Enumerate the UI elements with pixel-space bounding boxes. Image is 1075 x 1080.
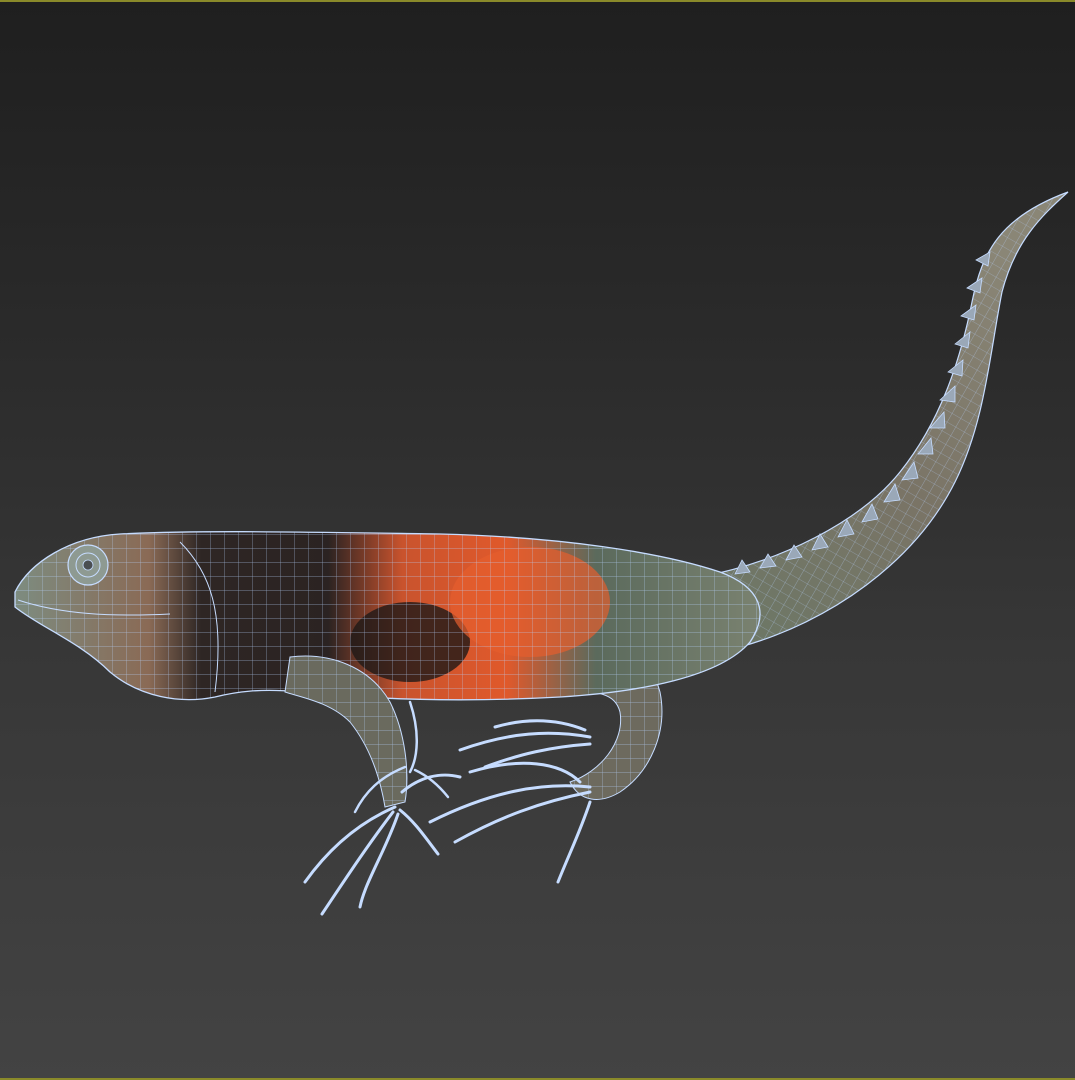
lizard-eye-icon [82,559,94,571]
lizard-far-hind-foot [458,719,592,769]
lizard-body[interactable] [0,522,780,712]
3d-viewport[interactable] [0,0,1075,1080]
viewport-canvas[interactable] [0,2,1075,1078]
hind-foot-toes [428,761,592,884]
